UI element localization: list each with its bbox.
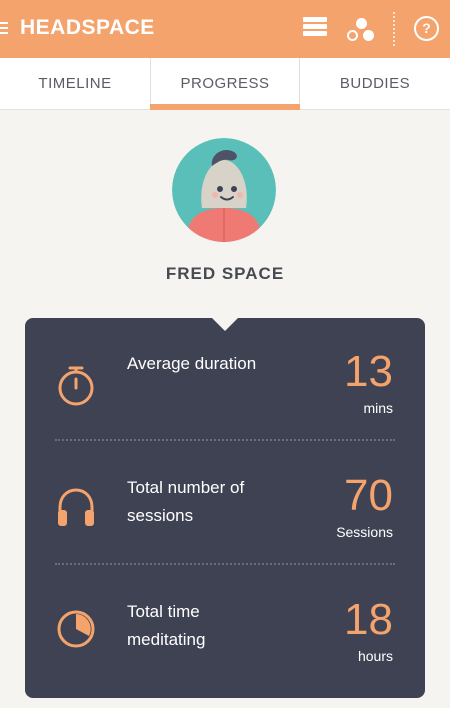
- stat-value-total-time: 18: [344, 595, 393, 644]
- stat-value-total-sessions: 70: [344, 471, 393, 520]
- list-icon[interactable]: [303, 17, 327, 39]
- app-header: HEADSPACE ?: [0, 0, 450, 58]
- stat-label-total-sessions: Total number of sessions: [127, 478, 245, 525]
- active-tab-indicator: [150, 104, 300, 110]
- app-title: HEADSPACE: [20, 16, 155, 39]
- stat-value-average-duration: 13: [344, 347, 393, 396]
- divider: [55, 563, 395, 565]
- stat-unit-total-time: hours: [357, 648, 393, 664]
- card-pointer: [212, 318, 238, 331]
- help-icon[interactable]: ?: [414, 16, 439, 41]
- buddies-dots-icon[interactable]: [345, 17, 377, 43]
- menu-icon[interactable]: [0, 22, 8, 34]
- stat-label-total-time: Total time meditating: [127, 602, 206, 649]
- header-divider: [393, 12, 395, 46]
- stat-label-average-duration: Average duration: [127, 354, 257, 373]
- tab-progress[interactable]: PROGRESS: [150, 58, 300, 110]
- stat-unit-average-duration: mins: [363, 400, 393, 416]
- headphones-icon: [53, 485, 99, 531]
- stopwatch-icon: [53, 362, 99, 408]
- stats-card: Average duration 13 mins Total number of…: [25, 318, 425, 698]
- pie-clock-icon: [53, 606, 99, 652]
- divider: [55, 439, 395, 441]
- stat-unit-total-sessions: Sessions: [336, 524, 393, 540]
- tab-timeline[interactable]: TIMELINE: [0, 58, 150, 110]
- tab-bar: TIMELINE PROGRESS BUDDIES: [0, 58, 450, 110]
- avatar: [172, 138, 276, 242]
- profile-name: FRED SPACE: [165, 264, 285, 283]
- tab-buddies[interactable]: BUDDIES: [300, 58, 450, 110]
